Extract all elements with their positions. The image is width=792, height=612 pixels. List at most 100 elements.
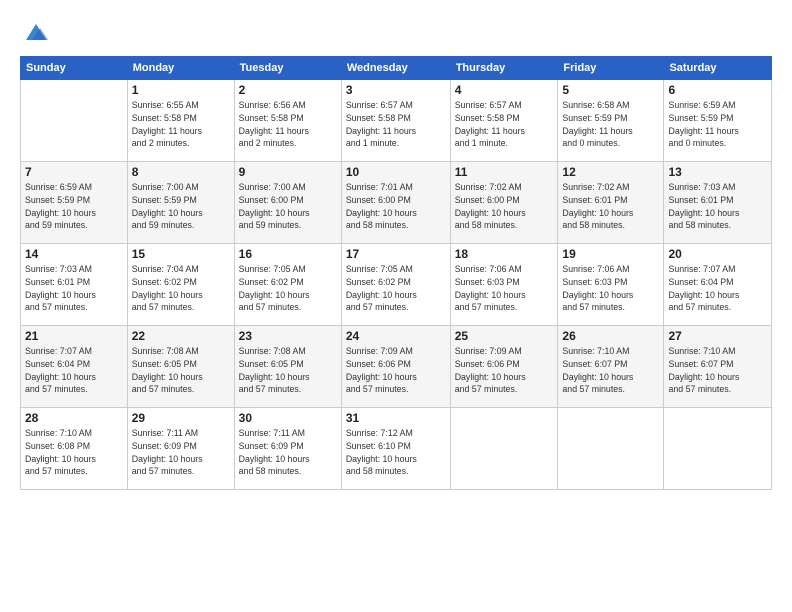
day-info: Sunrise: 7:09 AMSunset: 6:06 PMDaylight:… [455, 345, 554, 396]
calendar-cell: 30 Sunrise: 7:11 AMSunset: 6:09 PMDayligh… [234, 408, 341, 490]
calendar-week-row: 21Sunrise: 7:07 AMSunset: 6:04 PMDayligh… [21, 326, 772, 408]
calendar-cell: 15 Sunrise: 7:04 AMSunset: 6:02 PMDayligh… [127, 244, 234, 326]
day-info: Sunrise: 7:00 AMSunset: 6:00 PMDaylight:… [239, 181, 337, 232]
day-number: 6 [668, 83, 767, 97]
day-number: 24 [346, 329, 446, 343]
weekday-header: Wednesday [341, 57, 450, 80]
calendar-cell: 8 Sunrise: 7:00 AMSunset: 5:59 PMDaylight… [127, 162, 234, 244]
calendar-cell: 17Sunrise: 7:05 AMSunset: 6:02 PMDayligh… [341, 244, 450, 326]
day-number: 7 [25, 165, 123, 179]
calendar-table: SundayMondayTuesdayWednesdayThursdayFrid… [20, 56, 772, 490]
day-number: 3 [346, 83, 446, 97]
calendar-cell: 14 Sunrise: 7:03 AMSunset: 6:01 PMDayligh… [21, 244, 128, 326]
day-info: Sunrise: 7:06 AMSunset: 6:03 PMDaylight:… [562, 263, 659, 314]
day-number: 29 [132, 411, 230, 425]
day-number: 31 [346, 411, 446, 425]
day-info: Sunrise: 7:07 AMSunset: 6:04 PMDaylight:… [668, 263, 767, 314]
day-info: Sunrise: 6:57 AMSunset: 5:58 PMDaylight:… [455, 99, 554, 150]
day-number: 27 [668, 329, 767, 343]
day-number: 1 [132, 83, 230, 97]
day-number: 25 [455, 329, 554, 343]
day-info: Sunrise: 7:10 AMSunset: 6:07 PMDaylight:… [562, 345, 659, 396]
day-number: 23 [239, 329, 337, 343]
day-number: 18 [455, 247, 554, 261]
calendar-cell: 5 Sunrise: 6:58 AMSunset: 5:59 PMDaylight… [558, 80, 664, 162]
day-info: Sunrise: 7:00 AMSunset: 5:59 PMDaylight:… [132, 181, 230, 232]
calendar-cell: 19 Sunrise: 7:06 AMSunset: 6:03 PMDayligh… [558, 244, 664, 326]
day-info: Sunrise: 7:08 AMSunset: 6:05 PMDaylight:… [239, 345, 337, 396]
calendar-cell: 22 Sunrise: 7:08 AMSunset: 6:05 PMDayligh… [127, 326, 234, 408]
day-number: 26 [562, 329, 659, 343]
calendar-cell: 6Sunrise: 6:59 AMSunset: 5:59 PMDaylight… [664, 80, 772, 162]
day-number: 14 [25, 247, 123, 261]
day-info: Sunrise: 7:09 AMSunset: 6:06 PMDaylight:… [346, 345, 446, 396]
calendar-week-row: 14 Sunrise: 7:03 AMSunset: 6:01 PMDayligh… [21, 244, 772, 326]
day-number: 16 [239, 247, 337, 261]
day-number: 5 [562, 83, 659, 97]
calendar-cell: 23 Sunrise: 7:08 AMSunset: 6:05 PMDayligh… [234, 326, 341, 408]
calendar-cell: 28Sunrise: 7:10 AMSunset: 6:08 PMDayligh… [21, 408, 128, 490]
weekday-header: Saturday [664, 57, 772, 80]
day-info: Sunrise: 7:03 AMSunset: 6:01 PMDaylight:… [25, 263, 123, 314]
calendar-week-row: 7 Sunrise: 6:59 AMSunset: 5:59 PMDaylight… [21, 162, 772, 244]
header [20, 18, 772, 46]
day-info: Sunrise: 7:10 AMSunset: 6:07 PMDaylight:… [668, 345, 767, 396]
day-info: Sunrise: 6:56 AMSunset: 5:58 PMDaylight:… [239, 99, 337, 150]
day-info: Sunrise: 7:02 AMSunset: 6:00 PMDaylight:… [455, 181, 554, 232]
calendar-cell: 29Sunrise: 7:11 AMSunset: 6:09 PMDayligh… [127, 408, 234, 490]
day-info: Sunrise: 7:03 AMSunset: 6:01 PMDaylight:… [668, 181, 767, 232]
calendar-cell: 2Sunrise: 6:56 AMSunset: 5:58 PMDaylight… [234, 80, 341, 162]
calendar-cell: 21Sunrise: 7:07 AMSunset: 6:04 PMDayligh… [21, 326, 128, 408]
calendar-cell: 31 Sunrise: 7:12 AMSunset: 6:10 PMDayligh… [341, 408, 450, 490]
day-info: Sunrise: 7:01 AMSunset: 6:00 PMDaylight:… [346, 181, 446, 232]
day-info: Sunrise: 6:58 AMSunset: 5:59 PMDaylight:… [562, 99, 659, 150]
calendar-cell: 24 Sunrise: 7:09 AMSunset: 6:06 PMDayligh… [341, 326, 450, 408]
weekday-header: Sunday [21, 57, 128, 80]
calendar-cell: 3Sunrise: 6:57 AMSunset: 5:58 PMDaylight… [341, 80, 450, 162]
logo [20, 18, 50, 46]
calendar-header-row: SundayMondayTuesdayWednesdayThursdayFrid… [21, 57, 772, 80]
day-info: Sunrise: 7:05 AMSunset: 6:02 PMDaylight:… [346, 263, 446, 314]
day-info: Sunrise: 7:04 AMSunset: 6:02 PMDaylight:… [132, 263, 230, 314]
day-number: 21 [25, 329, 123, 343]
day-number: 8 [132, 165, 230, 179]
day-number: 13 [668, 165, 767, 179]
day-info: Sunrise: 6:59 AMSunset: 5:59 PMDaylight:… [25, 181, 123, 232]
day-number: 22 [132, 329, 230, 343]
day-info: Sunrise: 7:12 AMSunset: 6:10 PMDaylight:… [346, 427, 446, 478]
calendar-cell: 20 Sunrise: 7:07 AMSunset: 6:04 PMDayligh… [664, 244, 772, 326]
calendar-cell: 25 Sunrise: 7:09 AMSunset: 6:06 PMDayligh… [450, 326, 558, 408]
day-info: Sunrise: 7:11 AMSunset: 6:09 PMDaylight:… [239, 427, 337, 478]
calendar-cell [664, 408, 772, 490]
day-number: 9 [239, 165, 337, 179]
day-info: Sunrise: 7:02 AMSunset: 6:01 PMDaylight:… [562, 181, 659, 232]
calendar-cell: 16 Sunrise: 7:05 AMSunset: 6:02 PMDayligh… [234, 244, 341, 326]
day-number: 30 [239, 411, 337, 425]
calendar-cell: 9 Sunrise: 7:00 AMSunset: 6:00 PMDaylight… [234, 162, 341, 244]
calendar-cell: 18Sunrise: 7:06 AMSunset: 6:03 PMDayligh… [450, 244, 558, 326]
day-number: 20 [668, 247, 767, 261]
calendar-week-row: 1 Sunrise: 6:55 AMSunset: 5:58 PMDaylight… [21, 80, 772, 162]
calendar-week-row: 28Sunrise: 7:10 AMSunset: 6:08 PMDayligh… [21, 408, 772, 490]
day-number: 10 [346, 165, 446, 179]
day-info: Sunrise: 6:55 AMSunset: 5:58 PMDaylight:… [132, 99, 230, 150]
weekday-header: Friday [558, 57, 664, 80]
day-number: 15 [132, 247, 230, 261]
calendar-cell: 4 Sunrise: 6:57 AMSunset: 5:58 PMDaylight… [450, 80, 558, 162]
weekday-header: Thursday [450, 57, 558, 80]
calendar-cell: 26 Sunrise: 7:10 AMSunset: 6:07 PMDayligh… [558, 326, 664, 408]
page: SundayMondayTuesdayWednesdayThursdayFrid… [0, 0, 792, 612]
day-info: Sunrise: 7:08 AMSunset: 6:05 PMDaylight:… [132, 345, 230, 396]
day-number: 19 [562, 247, 659, 261]
calendar-cell: 12Sunrise: 7:02 AMSunset: 6:01 PMDayligh… [558, 162, 664, 244]
calendar-cell [450, 408, 558, 490]
calendar-cell [21, 80, 128, 162]
day-info: Sunrise: 7:10 AMSunset: 6:08 PMDaylight:… [25, 427, 123, 478]
logo-icon [22, 18, 50, 46]
day-info: Sunrise: 7:05 AMSunset: 6:02 PMDaylight:… [239, 263, 337, 314]
calendar-cell: 7 Sunrise: 6:59 AMSunset: 5:59 PMDaylight… [21, 162, 128, 244]
day-number: 4 [455, 83, 554, 97]
day-number: 11 [455, 165, 554, 179]
weekday-header: Tuesday [234, 57, 341, 80]
calendar-cell: 13 Sunrise: 7:03 AMSunset: 6:01 PMDayligh… [664, 162, 772, 244]
